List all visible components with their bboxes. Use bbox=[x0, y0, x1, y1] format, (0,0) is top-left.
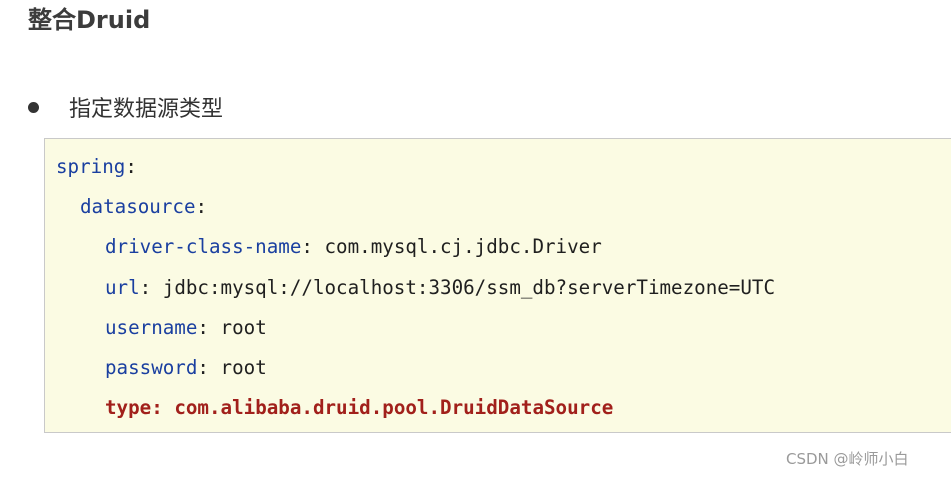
yaml-key: url bbox=[105, 276, 140, 299]
code-line-type: type: com.alibaba.druid.pool.DruidDataSo… bbox=[105, 395, 613, 421]
yaml-value: com.alibaba.druid.pool.DruidDataSource bbox=[162, 396, 614, 419]
yaml-colon: : bbox=[197, 356, 209, 379]
yaml-value: com.mysql.cj.jdbc.Driver bbox=[312, 235, 602, 258]
code-line-driver-class-name: driver-class-name: com.mysql.cj.jdbc.Dri… bbox=[105, 234, 602, 260]
code-block: spring: datasource: driver-class-name: c… bbox=[44, 138, 951, 433]
code-line-datasource: datasource: bbox=[80, 194, 207, 220]
code-line-url: url: jdbc:mysql://localhost:3306/ssm_db?… bbox=[105, 275, 775, 301]
bullet-item: 指定数据源类型 bbox=[28, 90, 223, 124]
yaml-key: username bbox=[105, 316, 198, 339]
watermark: CSDN @岭师小白 bbox=[786, 450, 909, 468]
bullet-dot-icon bbox=[28, 101, 39, 113]
yaml-colon: : bbox=[139, 276, 152, 299]
yaml-key: type bbox=[105, 396, 152, 419]
yaml-value: root bbox=[208, 316, 267, 339]
yaml-colon: : bbox=[197, 316, 209, 339]
yaml-colon: : bbox=[195, 195, 208, 218]
yaml-key: password bbox=[105, 356, 198, 379]
yaml-colon: : bbox=[125, 155, 137, 178]
yaml-value: jdbc:mysql://localhost:3306/ssm_db?serve… bbox=[151, 276, 776, 299]
code-line-password: password: root bbox=[105, 355, 267, 381]
yaml-value: root bbox=[208, 356, 267, 379]
code-line-username: username: root bbox=[105, 315, 267, 341]
bullet-text: 指定数据源类型 bbox=[69, 97, 224, 122]
yaml-key: spring bbox=[56, 155, 126, 178]
page-title: 整合Druid bbox=[28, 6, 151, 34]
yaml-colon: : bbox=[301, 235, 313, 258]
yaml-colon: : bbox=[151, 396, 163, 419]
yaml-key: driver-class-name bbox=[105, 235, 302, 258]
code-line-spring: spring: bbox=[56, 154, 137, 180]
yaml-key: datasource bbox=[80, 195, 196, 218]
